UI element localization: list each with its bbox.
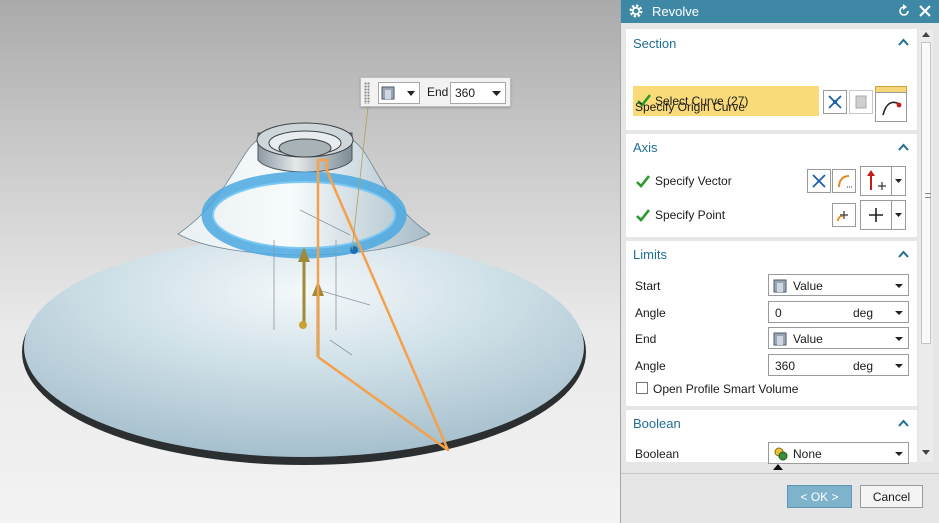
start-angle-value: 0	[775, 306, 782, 320]
point-type-dropdown[interactable]	[860, 200, 892, 230]
chevron-down-icon	[492, 91, 501, 96]
dialog-titlebar[interactable]: Revolve	[621, 0, 939, 23]
toolbar-grip[interactable]	[364, 82, 370, 104]
boolean-heading[interactable]: Boolean	[633, 416, 681, 431]
curve-rule-button[interactable]	[823, 90, 847, 114]
boolean-value: None	[793, 447, 822, 461]
cancel-button[interactable]: Cancel	[860, 485, 923, 508]
sketch-icon	[855, 95, 867, 109]
ok-button[interactable]: < OK >	[787, 485, 852, 508]
curve-rule-icon	[828, 95, 842, 109]
chevron-up-icon[interactable]	[898, 419, 909, 427]
chevron-down-icon	[895, 311, 903, 315]
boolean-select[interactable]: None	[768, 442, 909, 464]
scroll-up-icon[interactable]	[922, 32, 930, 38]
section-group: Section Select Curve (27) Specify Origin…	[626, 29, 917, 130]
thumb-grip	[925, 193, 931, 198]
floating-end-toolbar: End 360	[360, 77, 511, 107]
specify-point-label: Specify Point	[655, 208, 726, 222]
axis-heading[interactable]: Axis	[633, 140, 658, 155]
open-profile-checkbox[interactable]	[636, 382, 648, 394]
end-label: End	[427, 85, 449, 99]
start-label: Start	[635, 279, 661, 293]
chevron-up-icon[interactable]	[898, 143, 909, 151]
end-angle-input[interactable]: 360 deg	[768, 354, 909, 376]
point-dropdown-arrow[interactable]	[892, 200, 906, 230]
zc-axis-icon	[867, 170, 886, 190]
value-type-icon	[773, 279, 787, 293]
specify-origin-curve-label: Specify Origin Curve	[635, 100, 746, 114]
vector-type-dropdown[interactable]	[860, 166, 892, 196]
neck-hole	[278, 138, 332, 158]
checkmark-icon	[636, 175, 650, 188]
graphics-viewport[interactable]: End 360	[0, 0, 620, 523]
origin-curve-button[interactable]	[875, 92, 907, 122]
chevron-down-icon	[895, 452, 903, 456]
footer-divider	[621, 473, 939, 474]
start-angle-unit: deg	[853, 306, 874, 320]
dialog-title: Revolve	[652, 4, 699, 19]
end-value-input[interactable]: 360	[450, 82, 506, 104]
scroll-down-icon[interactable]	[922, 450, 930, 456]
checkmark-icon	[636, 209, 650, 222]
axis-point	[299, 321, 307, 329]
point-constructor-icon	[837, 211, 848, 222]
end-label: End	[635, 332, 657, 346]
value-type-icon	[381, 86, 415, 100]
end-angle-label: Angle	[635, 359, 666, 373]
start-type-select[interactable]: Value	[768, 274, 909, 296]
start-angle-label: Angle	[635, 306, 666, 320]
end-value: 360	[455, 86, 476, 100]
revolve-dialog: Revolve Section Select Curve (27) Specif…	[620, 0, 939, 523]
sketch-section-button	[849, 90, 873, 114]
boolean-none-icon	[774, 447, 788, 461]
chevron-up-icon[interactable]	[898, 250, 909, 258]
limits-heading[interactable]: Limits	[633, 247, 667, 262]
point-dialog-button[interactable]	[832, 203, 856, 227]
specify-vector-label: Specify Vector	[655, 174, 732, 188]
end-type-select[interactable]: Value	[768, 327, 909, 349]
inferred-vector-icon	[812, 174, 826, 188]
point-icon	[869, 208, 883, 222]
ring-point	[350, 246, 358, 254]
chevron-up-icon[interactable]	[898, 38, 909, 46]
end-type-dropdown[interactable]	[378, 82, 420, 104]
section-heading[interactable]: Section	[633, 36, 676, 51]
close-icon[interactable]	[918, 4, 932, 18]
limits-group: Limits Start Value Angle 0 deg End Value…	[626, 241, 917, 406]
vector-dialog-button[interactable]	[832, 169, 856, 193]
boolean-label: Boolean	[635, 447, 680, 461]
reset-icon[interactable]	[897, 4, 911, 18]
origin-curve-icon	[882, 101, 902, 116]
expand-more-icon[interactable]	[773, 464, 783, 471]
start-type-value: Value	[793, 279, 823, 293]
inferred-vector-button[interactable]	[807, 169, 831, 193]
chevron-down-icon	[895, 213, 902, 217]
axis-group: Axis Specify Vector Specify Point	[626, 134, 917, 237]
scrollbar-thumb[interactable]	[921, 42, 931, 344]
open-profile-label[interactable]: Open Profile Smart Volume	[653, 382, 798, 396]
end-angle-value: 360	[775, 359, 796, 373]
chevron-down-icon	[895, 364, 903, 368]
gear-icon[interactable]	[628, 3, 644, 19]
chevron-down-icon	[895, 337, 903, 341]
start-angle-input[interactable]: 0 deg	[768, 301, 909, 323]
value-type-icon	[773, 332, 787, 346]
boolean-group: Boolean Boolean None	[626, 410, 917, 464]
chevron-down-icon	[895, 179, 902, 183]
vector-constructor-icon	[838, 175, 853, 188]
end-type-value: Value	[793, 332, 823, 346]
dialog-scrollbar[interactable]	[919, 30, 933, 462]
model-view[interactable]	[0, 0, 620, 523]
end-angle-unit: deg	[853, 359, 874, 373]
vector-dropdown-arrow[interactable]	[892, 166, 906, 196]
chevron-down-icon	[895, 284, 903, 288]
